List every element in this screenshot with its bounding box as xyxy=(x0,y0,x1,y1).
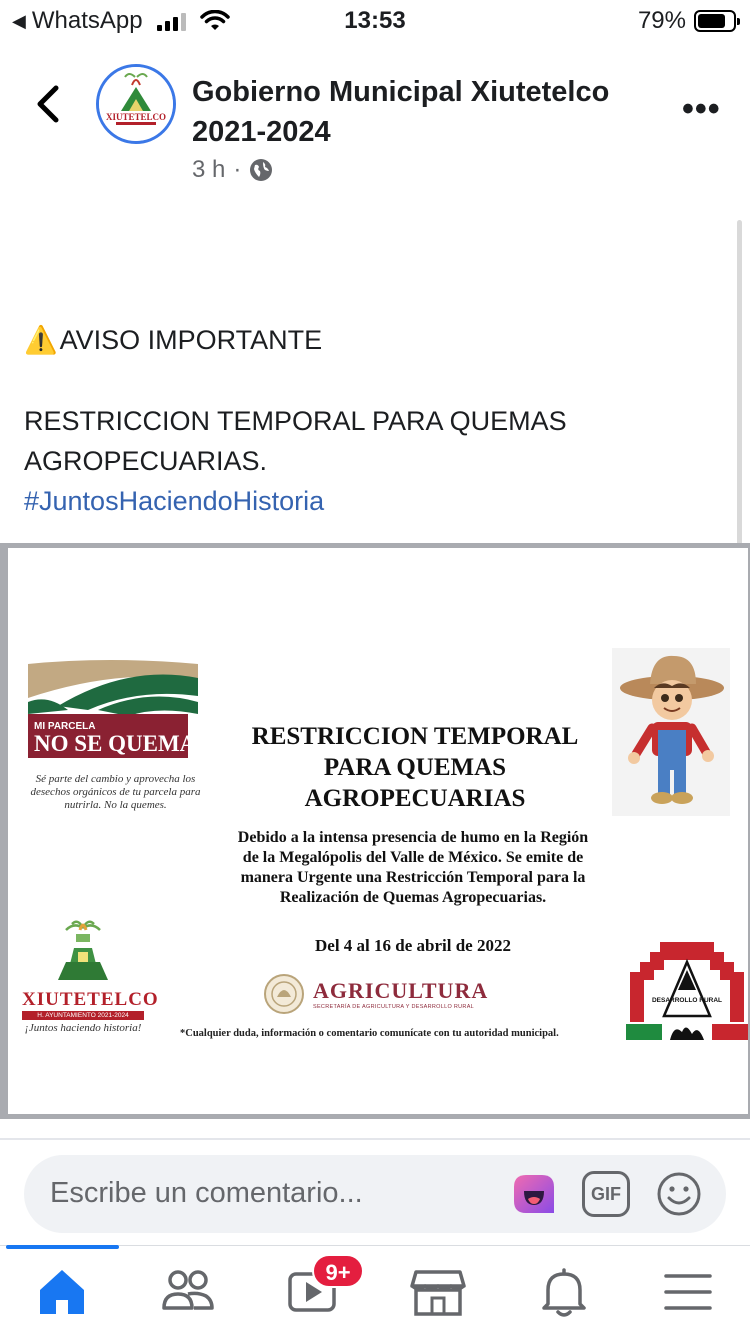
friends-icon[interactable] xyxy=(158,1264,218,1320)
notifications-badge: 9+ xyxy=(312,1254,364,1288)
post-time: 3 h xyxy=(192,156,226,183)
pyramid-icon xyxy=(58,920,108,980)
meta-separator: · xyxy=(233,156,242,183)
post-image[interactable]: MI PARCELA NO SE QUEMA Sé parte del camb… xyxy=(0,543,750,1119)
xiutetelco-band: H. AYUNTAMIENTO 2021-2024 xyxy=(22,1011,144,1020)
battery-status: 79% xyxy=(637,7,740,35)
field-stripes-icon: MI PARCELA NO SE QUEMA xyxy=(28,658,198,758)
more-options-button[interactable]: ••• xyxy=(682,90,721,129)
home-icon[interactable] xyxy=(32,1264,92,1320)
battery-icon xyxy=(694,10,740,32)
bottom-tab-bar: 9+ xyxy=(0,1245,750,1334)
notice-line: ⚠️ AVISO IMPORTANTE xyxy=(24,320,724,360)
comment-placeholder: Escribe un comentario... xyxy=(50,1177,363,1209)
divider xyxy=(0,1138,750,1140)
post-body: RESTRICCION TEMPORAL PARA QUEMAS AGROPEC… xyxy=(24,406,567,476)
menu-icon[interactable] xyxy=(658,1264,718,1320)
page-avatar[interactable]: XIUTETELCO xyxy=(96,64,176,144)
agricultura-logo: AGRICULTURA SECRETARÍA DE AGRICULTURA Y … xyxy=(263,973,488,1015)
campaign-main: NO SE QUEMA xyxy=(34,731,197,756)
svg-text:XIUTETELCO: XIUTETELCO xyxy=(106,112,166,122)
flyer-dates: Del 4 al 16 de abril de 2022 xyxy=(315,936,511,955)
emoji-icon[interactable] xyxy=(656,1171,702,1217)
flyer-note: *Cualquier duda, información o comentari… xyxy=(180,1028,559,1039)
mexico-seal-icon xyxy=(264,974,304,1014)
warning-icon: ⚠️ xyxy=(24,325,58,355)
hashtag-link[interactable]: #JuntosHaciendoHistoria xyxy=(24,481,724,521)
xiutetelco-name: XIUTETELCO xyxy=(22,989,159,1010)
xiutetelco-slogan: ¡Juntos haciendo historia! xyxy=(24,1022,142,1034)
xiutetelco-logo: XIUTETELCO H. AYUNTAMIENTO 2021-2024 ¡Ju… xyxy=(22,918,159,1034)
page-name[interactable]: Gobierno Municipal Xiutetelco 2021-2024 xyxy=(192,72,652,152)
battery-level xyxy=(698,14,725,28)
post-text: ⚠️ AVISO IMPORTANTE RESTRICCION TEMPORAL… xyxy=(24,320,724,521)
desarrollo-rural-logo: DESARROLLO RURAL xyxy=(626,942,748,1040)
comment-input[interactable]: Escribe un comentario... GIF xyxy=(24,1155,726,1233)
status-bar: ◀ WhatsApp 13:53 79% xyxy=(0,0,750,44)
campaign-logo: MI PARCELA NO SE QUEMA Sé parte del camb… xyxy=(28,658,200,812)
gif-icon[interactable]: GIF xyxy=(582,1171,630,1217)
flyer-title: RESTRICCION TEMPORAL PARA QUEMAS AGROPEC… xyxy=(251,723,579,812)
agricultura-subtitle: SECRETARÍA DE AGRICULTURA Y DESARROLLO R… xyxy=(313,1004,475,1010)
campaign-subtitle: Sé parte del cambio y aprovecha los dese… xyxy=(30,773,201,811)
desarrollo-label: DESARROLLO RURAL xyxy=(652,997,722,1004)
back-chevron-icon[interactable] xyxy=(30,82,70,126)
post-meta: 3 h · xyxy=(192,156,273,184)
avatar-sticker-icon[interactable] xyxy=(510,1171,558,1217)
notifications-icon[interactable] xyxy=(534,1264,594,1320)
flyer-body: Debido a la intensa presencia de humo en… xyxy=(237,829,589,906)
agricultura-title: AGRICULTURA xyxy=(313,978,489,1003)
notice-text: AVISO IMPORTANTE xyxy=(59,325,323,355)
active-tab-indicator xyxy=(6,1245,119,1249)
farmer-illustration-icon xyxy=(612,648,730,816)
battery-percent: 79% xyxy=(637,7,686,34)
globe-icon[interactable] xyxy=(249,158,273,182)
flyer: MI PARCELA NO SE QUEMA Sé parte del camb… xyxy=(8,548,748,1114)
marketplace-icon[interactable] xyxy=(408,1264,468,1320)
xiutetelco-logo-icon: XIUTETELCO xyxy=(99,67,173,141)
